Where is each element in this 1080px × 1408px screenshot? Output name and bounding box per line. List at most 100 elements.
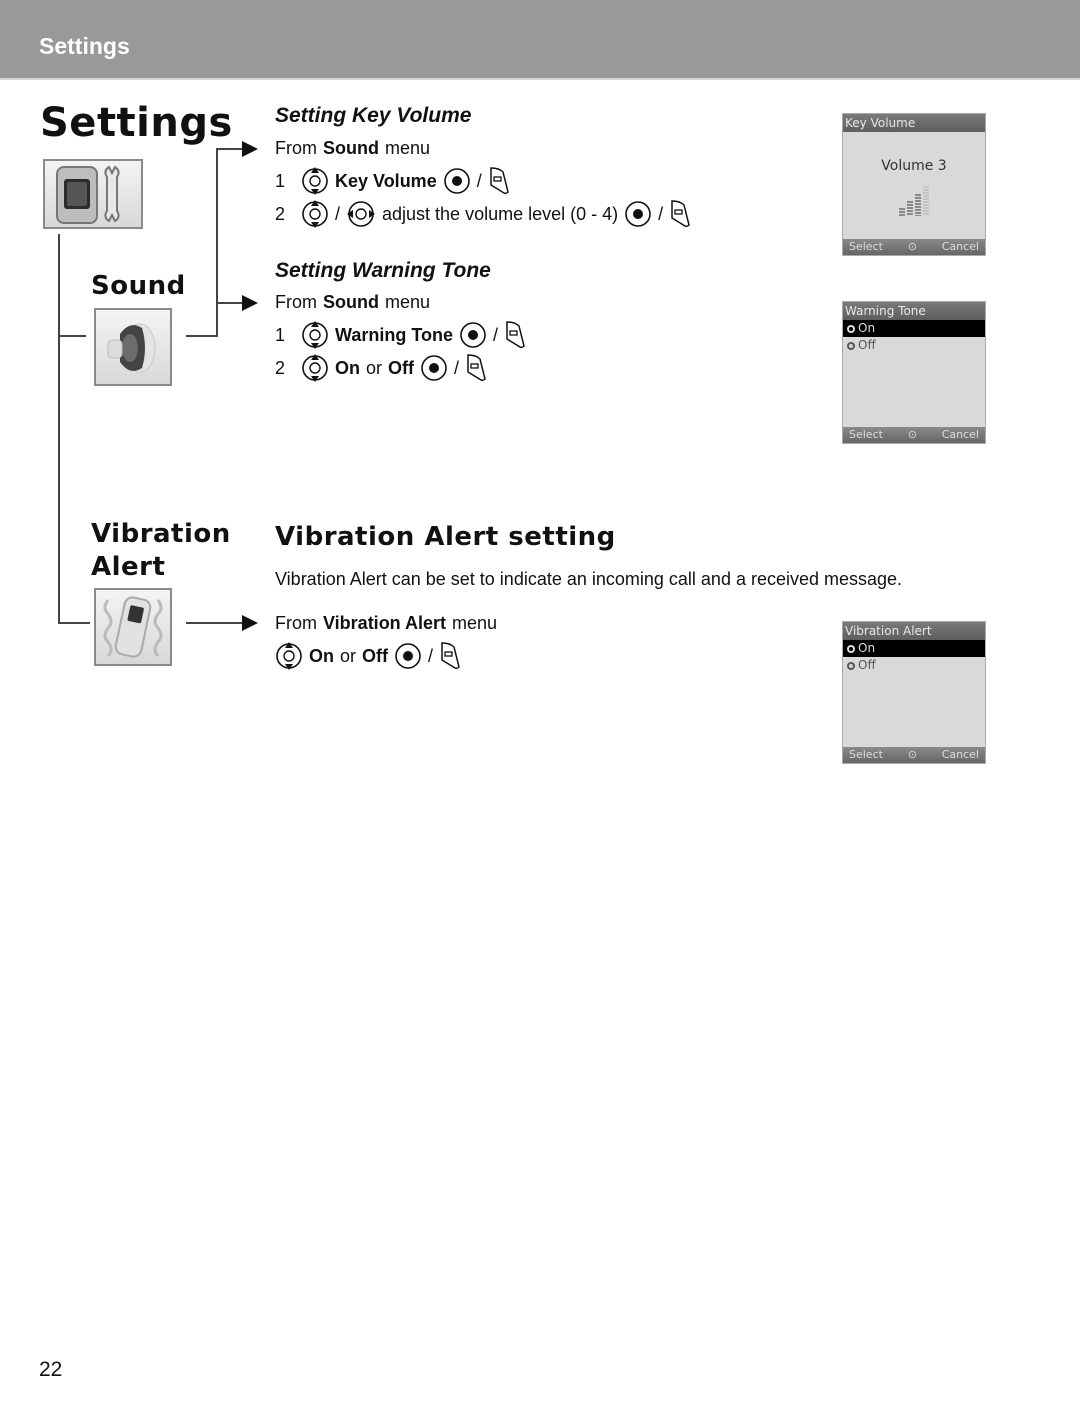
step-text: Key Volume — [335, 170, 437, 191]
nav-up-down-icon — [275, 641, 303, 671]
radio-selected-icon — [847, 644, 855, 653]
vibration-label-line1: Vibration — [91, 519, 231, 549]
from-prefix: From — [275, 138, 317, 158]
page-number: 22 — [39, 1358, 63, 1381]
screen-option-off: Off — [843, 657, 985, 674]
step-number: 2 — [275, 203, 286, 224]
warning-tone-from-line: From Sound menu — [275, 292, 430, 313]
radio-icon — [847, 341, 855, 350]
nav-key-icon: ⊙ — [907, 428, 917, 441]
vibration-alert-label: Vibration Alert — [91, 518, 231, 584]
vibration-connector-left — [58, 622, 90, 624]
volume-bar — [907, 201, 913, 216]
screen-softkeys: Select ⊙ Cancel — [843, 427, 985, 443]
separator: / — [658, 203, 664, 224]
screen-title: Key Volume — [843, 114, 985, 132]
ok-key-icon — [420, 354, 448, 382]
screen-softkeys: Select ⊙ Cancel — [843, 239, 985, 255]
radio-selected-icon — [847, 324, 855, 333]
key-volume-from-line: From Sound menu — [275, 138, 430, 159]
key-volume-connector — [216, 148, 244, 150]
ok-key-icon — [443, 167, 471, 195]
ok-key-icon — [624, 200, 652, 228]
vibration-alert-screen: Vibration Alert On Off Select ⊙ Cancel — [842, 621, 986, 764]
nav-up-down-icon — [301, 166, 329, 196]
step-number: 1 — [275, 170, 286, 191]
volume-bar — [923, 186, 929, 216]
settings-icon — [43, 159, 143, 229]
separator: / — [476, 170, 482, 191]
vibration-connector-right — [186, 622, 244, 624]
nav-up-down-icon — [301, 320, 329, 350]
screen-option-on: On — [843, 640, 985, 657]
from-menu: Sound — [323, 292, 379, 312]
key-volume-step-2: 2 / adjust the volume level (0 - 4) / — [275, 199, 691, 229]
soft-key-icon — [439, 641, 461, 671]
vibration-from-line: From Vibration Alert menu — [275, 613, 497, 634]
nav-up-down-icon — [301, 353, 329, 383]
warning-tone-step-2: 2 On or Off / — [275, 353, 487, 383]
separator: / — [335, 203, 341, 224]
from-suffix: menu — [385, 292, 431, 312]
radio-icon — [847, 661, 855, 670]
vibration-icon — [94, 588, 172, 666]
volume-bar — [899, 208, 905, 216]
from-menu: Vibration Alert — [323, 613, 447, 633]
sound-connector-left — [58, 335, 86, 337]
step-number: 1 — [275, 324, 286, 345]
option-off: Off — [362, 645, 389, 666]
cancel-softkey: Cancel — [941, 428, 979, 441]
tree-trunk-line — [58, 234, 60, 624]
separator: / — [492, 324, 498, 345]
sound-connector-right — [186, 335, 218, 337]
vibration-step: On or Off / — [275, 641, 461, 671]
volume-bars — [843, 182, 985, 216]
cancel-softkey: Cancel — [941, 748, 979, 761]
page-title: Settings — [40, 100, 233, 146]
separator: / — [428, 645, 434, 666]
soft-key-icon — [504, 320, 526, 350]
soft-key-icon — [465, 353, 487, 383]
screen-option-on: On — [843, 320, 985, 337]
vibration-alert-description: Vibration Alert can be set to indicate a… — [275, 569, 903, 589]
screen-title: Warning Tone — [843, 302, 985, 320]
from-menu: Sound — [323, 138, 379, 158]
screen-volume-text: Volume 3 — [881, 158, 947, 174]
vibration-alert-heading: Vibration Alert setting — [275, 522, 616, 552]
from-prefix: From — [275, 613, 317, 633]
step-text: adjust the volume level (0 - 4) — [382, 203, 619, 224]
header-title: Settings — [39, 33, 130, 59]
ok-key-icon — [394, 642, 422, 670]
option-on: On — [309, 645, 334, 666]
select-softkey: Select — [849, 240, 883, 253]
from-suffix: menu — [385, 138, 431, 158]
step-number: 2 — [275, 357, 286, 378]
soft-key-icon — [488, 166, 510, 196]
screen-option-off: Off — [843, 337, 985, 354]
option-or: or — [366, 357, 383, 378]
warning-tone-step-1: 1 Warning Tone / — [275, 320, 526, 350]
nav-up-down-icon — [301, 199, 329, 229]
ok-key-icon — [459, 321, 487, 349]
sound-icon — [94, 308, 172, 386]
key-volume-heading: Setting Key Volume — [275, 104, 472, 127]
cancel-softkey: Cancel — [941, 240, 979, 253]
warning-tone-heading: Setting Warning Tone — [275, 259, 491, 282]
from-prefix: From — [275, 292, 317, 312]
select-softkey: Select — [849, 748, 883, 761]
from-suffix: menu — [452, 613, 498, 633]
warning-tone-screen: Warning Tone On Off Select ⊙ Cancel — [842, 301, 986, 444]
page-header: Settings — [0, 0, 1080, 80]
screen-title: Vibration Alert — [843, 622, 985, 640]
step-text: Warning Tone — [335, 324, 453, 345]
option-or: or — [340, 645, 357, 666]
separator: / — [454, 357, 460, 378]
nav-left-right-icon — [346, 200, 376, 228]
screen-softkeys: Select ⊙ Cancel — [843, 747, 985, 763]
nav-key-icon: ⊙ — [907, 748, 917, 761]
warning-tone-connector — [216, 302, 244, 304]
sound-label: Sound — [91, 271, 186, 301]
option-off: Off — [388, 357, 415, 378]
vibration-label-line2: Alert — [91, 552, 166, 582]
volume-bar — [915, 194, 921, 216]
